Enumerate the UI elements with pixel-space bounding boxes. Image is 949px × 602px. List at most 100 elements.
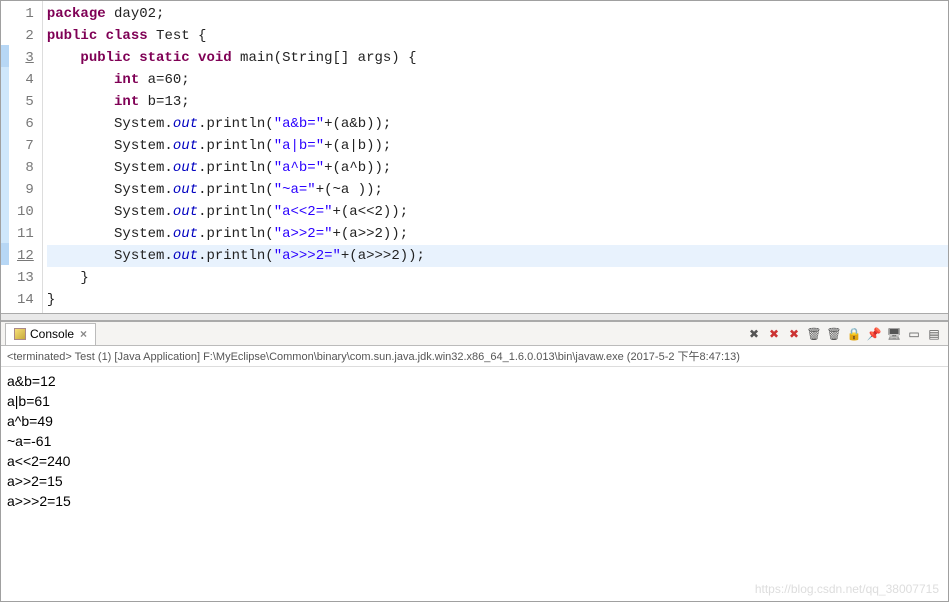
text-token: +(a^b)); [324, 160, 391, 176]
code-line[interactable]: System.out.println("a|b="+(a|b)); [47, 135, 948, 157]
keyword-token: public static void [80, 50, 231, 66]
string-token: "a^b=" [274, 160, 324, 176]
text-token [47, 94, 114, 110]
remove-all-icon[interactable]: 🗑 [826, 326, 842, 342]
text-token: .println( [198, 182, 274, 198]
close-icon[interactable]: × [80, 327, 87, 341]
string-token: "a|b=" [274, 138, 324, 154]
keyword-token: int [114, 72, 139, 88]
fold-marker [1, 133, 9, 155]
field-token: out [173, 182, 198, 198]
string-token: "a>>>2=" [274, 248, 341, 264]
code-area[interactable]: package day02;public class Test { public… [43, 1, 948, 313]
text-token: Test { [148, 28, 207, 44]
text-token: +(a&b)); [324, 116, 391, 132]
text-token: +(a>>>2)); [341, 248, 425, 264]
sash-divider[interactable] [1, 313, 948, 321]
text-token: +(a|b)); [324, 138, 391, 154]
text-token: b=13; [139, 94, 189, 110]
text-token [47, 72, 114, 88]
text-token: +(a>>2)); [333, 226, 409, 242]
view-icon[interactable]: ▤ [926, 326, 942, 342]
console-line: a&b=12 [7, 371, 942, 391]
pin-icon[interactable]: 📌 [866, 326, 882, 342]
code-line[interactable]: System.out.println("~a="+(~a )); [47, 179, 948, 201]
fold-marker [1, 23, 9, 45]
line-number: 6 [17, 113, 34, 135]
line-number: 5 [17, 91, 34, 113]
console-line: a>>2=15 [7, 471, 942, 491]
string-token: "a&b=" [274, 116, 324, 132]
code-line[interactable]: System.out.println("a^b="+(a^b)); [47, 157, 948, 179]
line-number: 12 [17, 245, 34, 267]
line-number: 8 [17, 157, 34, 179]
line-number: 10 [17, 201, 34, 223]
text-token: .println( [198, 248, 274, 264]
fold-marker [1, 89, 9, 111]
tab-console[interactable]: Console × [5, 323, 96, 345]
text-token: .println( [198, 160, 274, 176]
field-token: out [173, 116, 198, 132]
console-icon [14, 328, 26, 340]
text-token: } [47, 270, 89, 286]
console-status: <terminated> Test (1) [Java Application]… [1, 346, 948, 367]
text-token: a=60; [139, 72, 189, 88]
x-red2-icon[interactable]: ✖ [786, 326, 802, 342]
console-toolbar: ✖✖✖🗑🗑🔒📌🖥▭▤ [746, 326, 948, 342]
console-line: ~a=-61 [7, 431, 942, 451]
fold-marker [1, 45, 9, 67]
keyword-token: public class [47, 28, 148, 44]
console-panel: Console × ✖✖✖🗑🗑🔒📌🖥▭▤ <terminated> Test (… [1, 321, 948, 601]
code-line[interactable]: System.out.println("a>>>2="+(a>>>2)); [47, 245, 948, 267]
x-gray-icon[interactable]: ✖ [746, 326, 762, 342]
line-number: 1 [17, 3, 34, 25]
code-line[interactable]: public static void main(String[] args) { [47, 47, 948, 69]
string-token: "~a=" [274, 182, 316, 198]
line-number: 11 [17, 223, 34, 245]
keyword-token: int [114, 94, 139, 110]
line-number: 13 [17, 267, 34, 289]
code-line[interactable]: System.out.println("a>>2="+(a>>2)); [47, 223, 948, 245]
string-token: "a>>2=" [274, 226, 333, 242]
line-number: 9 [17, 179, 34, 201]
text-token: +(a<<2)); [333, 204, 409, 220]
text-token: System. [47, 226, 173, 242]
code-editor[interactable]: 1234567891011121314 package day02;public… [1, 1, 948, 313]
keyword-token: package [47, 6, 106, 22]
display-icon[interactable]: 🖥 [886, 326, 902, 342]
code-line[interactable]: System.out.println("a<<2="+(a<<2)); [47, 201, 948, 223]
text-token: } [47, 292, 55, 308]
code-line[interactable]: } [47, 267, 948, 289]
text-token: System. [47, 116, 173, 132]
field-token: out [173, 160, 198, 176]
text-token: System. [47, 138, 173, 154]
field-token: out [173, 204, 198, 220]
code-line[interactable]: System.out.println("a&b="+(a&b)); [47, 113, 948, 135]
watermark: https://blog.csdn.net/qq_38007715 [755, 582, 939, 596]
annotation-ruler [1, 1, 11, 313]
fold-marker [1, 221, 9, 243]
line-number: 14 [17, 289, 34, 311]
code-line[interactable]: int a=60; [47, 69, 948, 91]
fold-marker [1, 67, 9, 89]
console-line: a|b=61 [7, 391, 942, 411]
fold-marker [1, 287, 9, 309]
line-number: 4 [17, 69, 34, 91]
console-line: a>>>2=15 [7, 491, 942, 511]
line-number: 7 [17, 135, 34, 157]
code-line[interactable]: int b=13; [47, 91, 948, 113]
console-line: a^b=49 [7, 411, 942, 431]
console-output[interactable]: a&b=12a|b=61a^b=49~a=-61a<<2=240a>>2=15a… [1, 367, 948, 601]
fold-marker [1, 265, 9, 287]
text-token: .println( [198, 226, 274, 242]
fold-marker [1, 1, 9, 23]
x-red-icon[interactable]: ✖ [766, 326, 782, 342]
code-line[interactable]: package day02; [47, 3, 948, 25]
code-line[interactable]: } [47, 289, 948, 311]
scroll-lock-icon[interactable]: 🔒 [846, 326, 862, 342]
fold-marker [1, 243, 9, 265]
remove-icon[interactable]: 🗑 [806, 326, 822, 342]
min-icon[interactable]: ▭ [906, 326, 922, 342]
code-line[interactable]: public class Test { [47, 25, 948, 47]
field-token: out [173, 226, 198, 242]
